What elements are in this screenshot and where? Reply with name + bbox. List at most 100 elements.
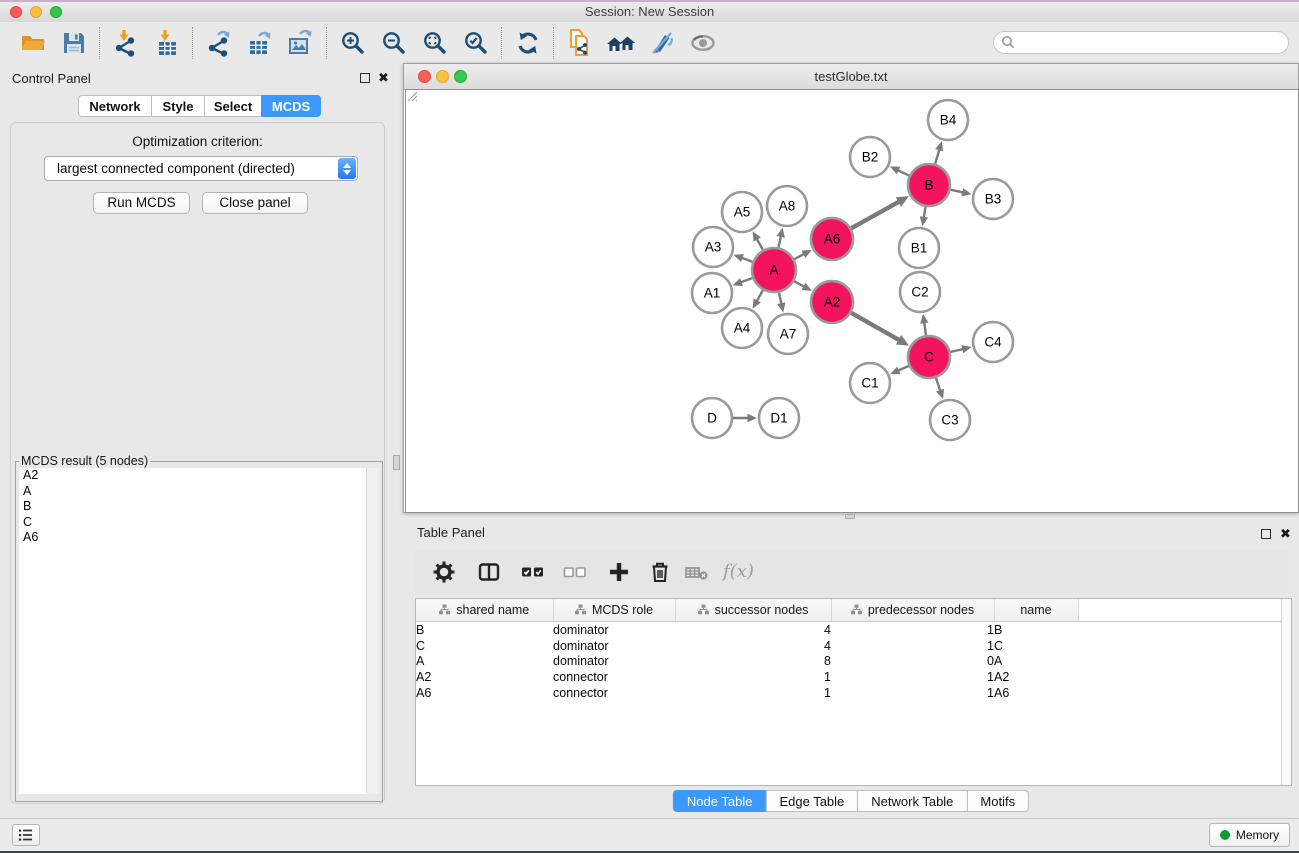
refresh-icon[interactable]: [507, 25, 548, 61]
table-cell[interactable]: A6: [416, 685, 553, 701]
table-scrollbar[interactable]: [1281, 599, 1291, 785]
table-cell[interactable]: 1: [831, 638, 994, 654]
column-header-predecessor-nodes[interactable]: predecessor nodes: [831, 599, 994, 622]
column-header-shared-name[interactable]: shared name: [416, 599, 553, 622]
table-cell[interactable]: A6: [994, 685, 1078, 701]
network-canvas-svg[interactable]: AA1A2A3A4A5A6A7A8BB1B2B3B4CC1C2C3C4DD1: [406, 90, 1298, 512]
table-cell[interactable]: 1: [675, 669, 831, 685]
vertical-splitter[interactable]: [391, 63, 403, 818]
memory-button[interactable]: Memory: [1209, 823, 1290, 847]
column-header-successor-nodes[interactable]: successor nodes: [675, 599, 831, 622]
table-row[interactable]: A6connector11A6: [416, 685, 1282, 701]
table-cell[interactable]: C: [416, 638, 553, 654]
list-item[interactable]: A: [19, 484, 379, 500]
zoom-out-icon[interactable]: [373, 25, 414, 61]
graph-edge-B-B4[interactable]: [935, 148, 940, 164]
table-row[interactable]: A2connector11A2: [416, 669, 1282, 685]
import-table-icon[interactable]: [146, 25, 187, 61]
zoom-fit-icon[interactable]: [414, 25, 455, 61]
run-mcds-button[interactable]: Run MCDS: [93, 192, 190, 214]
tab-motifs[interactable]: Motifs: [966, 790, 1029, 812]
add-column-icon[interactable]: [599, 555, 639, 589]
list-item[interactable]: A6: [19, 530, 379, 546]
tab-node-table[interactable]: Node Table: [673, 790, 767, 812]
gear-icon[interactable]: [425, 555, 463, 589]
tab-network[interactable]: Network: [78, 95, 152, 117]
clone-network-icon[interactable]: [559, 25, 600, 61]
hide-annotations-icon[interactable]: [641, 25, 682, 61]
show-task-history-button[interactable]: [12, 824, 40, 846]
table-row[interactable]: Bdominator41B: [416, 622, 1282, 638]
float-panel-icon[interactable]: [360, 73, 370, 83]
tab-select[interactable]: Select: [204, 95, 262, 117]
close-panel-icon[interactable]: ✖: [1280, 528, 1291, 540]
list-item[interactable]: A2: [19, 468, 379, 484]
table-cell[interactable]: connector: [553, 685, 675, 701]
float-panel-icon[interactable]: [1261, 529, 1271, 539]
open-session-icon[interactable]: [12, 25, 53, 61]
table-cell[interactable]: A2: [994, 669, 1078, 685]
network-canvas[interactable]: AA1A2A3A4A5A6A7A8BB1B2B3B4CC1C2C3C4DD1: [405, 89, 1299, 513]
table-cell[interactable]: 1: [831, 685, 994, 701]
delete-column-icon[interactable]: [641, 555, 679, 589]
table-cell[interactable]: connector: [553, 669, 675, 685]
graph-edge-B-B3[interactable]: [950, 190, 964, 193]
list-scrollbar[interactable]: [366, 468, 379, 794]
table-cell[interactable]: 1: [831, 622, 994, 638]
graph-edge-C-C2[interactable]: [924, 321, 926, 335]
table-cell[interactable]: 4: [675, 622, 831, 638]
table-cell[interactable]: dominator: [553, 653, 675, 669]
splitter-handle[interactable]: [393, 455, 400, 470]
graph-edge-C-C4[interactable]: [950, 349, 964, 352]
zoom-selected-icon[interactable]: [455, 25, 496, 61]
graph-edge-A-A5[interactable]: [756, 238, 763, 250]
export-network-icon[interactable]: [198, 25, 239, 61]
tab-style[interactable]: Style: [151, 95, 205, 117]
table-row[interactable]: Cdominator41C: [416, 638, 1282, 654]
close-panel-icon[interactable]: ✖: [378, 72, 389, 84]
tab-edge-table[interactable]: Edge Table: [765, 790, 858, 812]
table-cell[interactable]: dominator: [553, 622, 675, 638]
table-cell[interactable]: B: [994, 622, 1078, 638]
graph-edge-C-C3[interactable]: [936, 378, 941, 392]
eye-icon[interactable]: [682, 25, 723, 61]
zoom-in-icon[interactable]: [332, 25, 373, 61]
export-table-icon[interactable]: [239, 25, 280, 61]
table-cell[interactable]: 0: [831, 653, 994, 669]
table-cell[interactable]: 4: [675, 638, 831, 654]
resize-grip-icon[interactable]: [406, 90, 418, 102]
table-cell[interactable]: A2: [416, 669, 553, 685]
function-builder-icon[interactable]: f(x): [723, 555, 754, 589]
network-window-titlebar[interactable]: testGlobe.txt: [404, 64, 1298, 90]
import-network-icon[interactable]: [105, 25, 146, 61]
export-image-icon[interactable]: [280, 25, 321, 61]
table-cell[interactable]: A: [416, 653, 553, 669]
table-cell[interactable]: 8: [675, 653, 831, 669]
close-panel-button[interactable]: Close panel: [202, 192, 308, 214]
graph-edge-A-A1[interactable]: [740, 278, 753, 283]
home-view-icon[interactable]: [600, 25, 641, 61]
graph-edge-B-B2[interactable]: [897, 170, 909, 176]
horizontal-splitter-handle[interactable]: [845, 514, 855, 519]
deselect-checkboxes-icon[interactable]: [555, 555, 595, 589]
tab-network-table[interactable]: Network Table: [857, 790, 967, 812]
search-input[interactable]: [993, 31, 1289, 54]
list-item[interactable]: B: [19, 499, 379, 515]
graph-edge-A-A4[interactable]: [756, 290, 763, 302]
graph-edge-A6-B[interactable]: [851, 201, 900, 228]
tab-mcds[interactable]: MCDS: [261, 95, 321, 117]
table-cell[interactable]: 1: [831, 669, 994, 685]
select-all-checkboxes-icon[interactable]: [513, 555, 553, 589]
list-item[interactable]: C: [19, 515, 379, 531]
split-columns-icon[interactable]: [469, 555, 509, 589]
column-header-mcds-role[interactable]: MCDS role: [553, 599, 675, 622]
table-cell[interactable]: C: [994, 638, 1078, 654]
delete-table-icon[interactable]: [679, 555, 715, 589]
graph-edge-A2-C[interactable]: [851, 313, 900, 341]
column-header-name[interactable]: name: [994, 599, 1078, 622]
save-session-icon[interactable]: [53, 25, 94, 61]
table-cell[interactable]: B: [416, 622, 553, 638]
table-cell[interactable]: A: [994, 653, 1078, 669]
table-cell[interactable]: 1: [675, 685, 831, 701]
select-stepper-icon[interactable]: [338, 158, 356, 179]
